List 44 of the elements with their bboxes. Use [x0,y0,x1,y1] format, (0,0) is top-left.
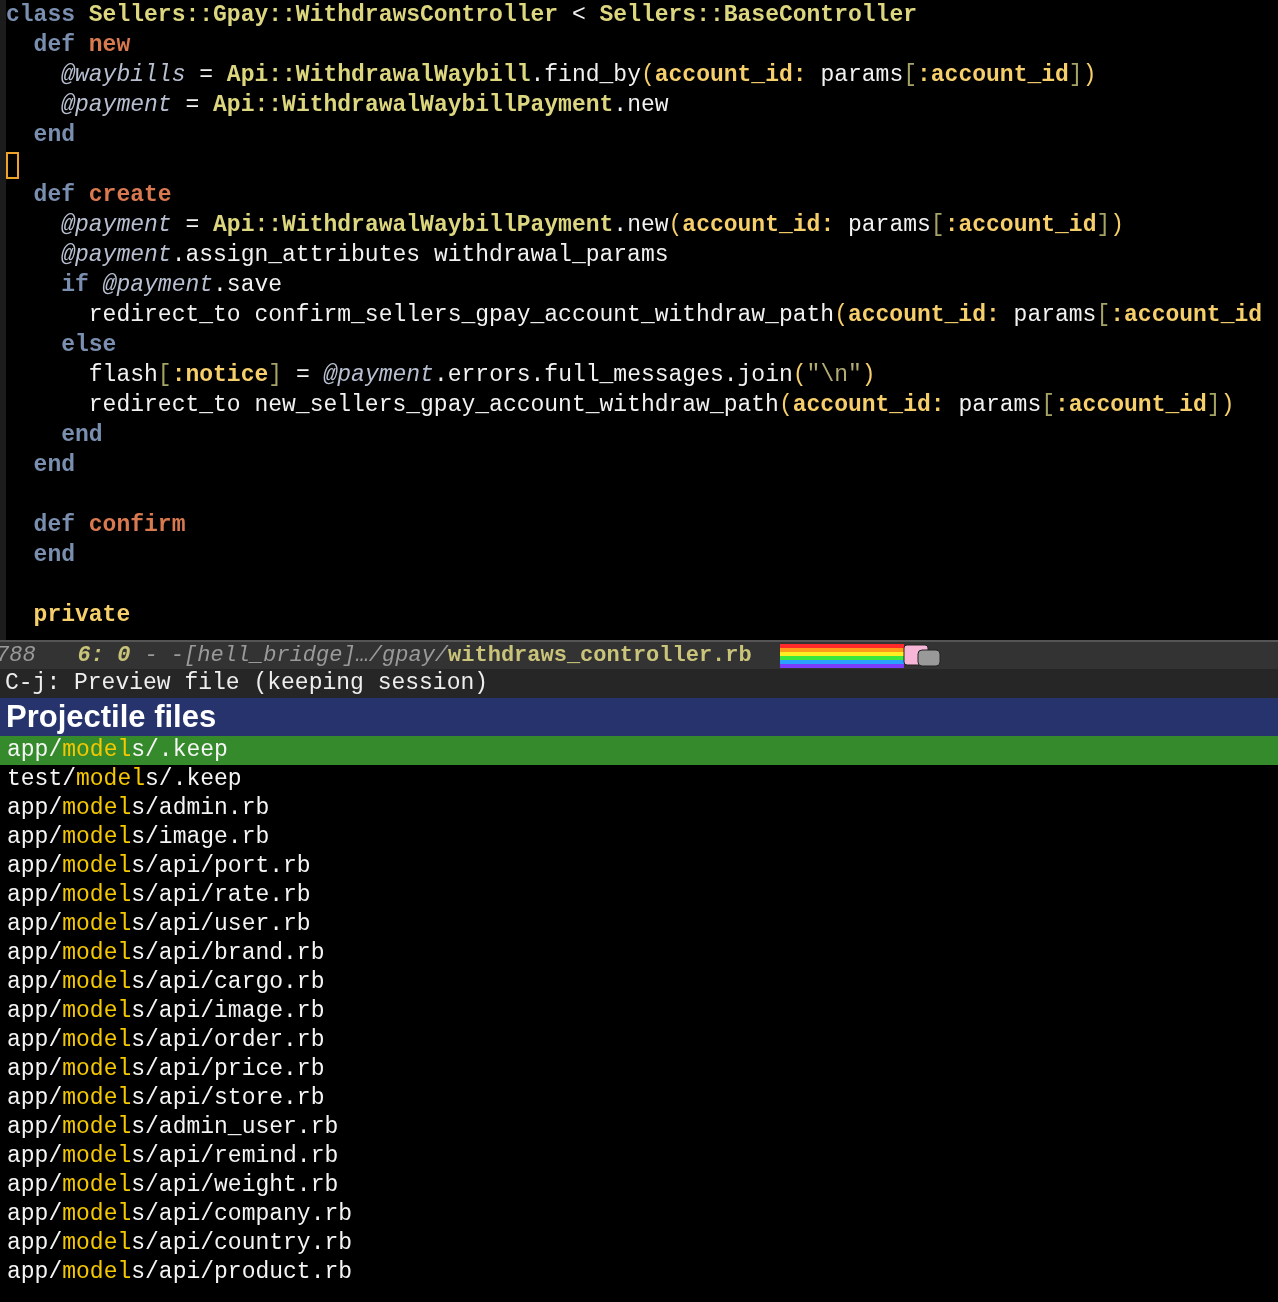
file-candidate[interactable]: app/models/api/port.rb [0,852,1278,881]
code-line: end [60,421,104,450]
code-line: end [32,541,76,570]
buffer-name: withdraws_controller.rb [448,641,752,670]
code-line: else [60,331,118,360]
code-line: def create [32,181,173,210]
minibuffer-message: C-j: Preview file (keeping session) [0,669,1278,698]
code-line: @payment = Api::WithdrawalWaybillPayment.new(account_id: params[:account_id]) [60,211,1126,240]
file-candidate[interactable]: app/models/api/user.rb [0,910,1278,939]
code-line: @payment = Api::WithdrawalWaybillPayment.new [60,91,670,120]
file-candidate[interactable]: app/models/api/store.rb [0,1084,1278,1113]
file-candidate[interactable]: app/models/api/order.rb [0,1026,1278,1055]
rainbow-cat-icon [779,642,942,669]
code-line: flash[:notice] = @payment.errors.full_messages.join("\n") [87,361,877,390]
file-candidate[interactable]: test/models/.keep [0,765,1278,794]
cursor-position: 6: 0 [77,641,131,670]
project-path: - -[hell_bridge]…/gpay/ [144,641,449,670]
file-candidate[interactable]: app/models/api/image.rb [0,997,1278,1026]
file-candidate[interactable]: app/models/api/rate.rb [0,881,1278,910]
code-line: redirect_to confirm_sellers_gpay_account_withdraw_path(account_id: params[:account_id [87,301,1264,330]
file-candidate[interactable]: app/models/api/price.rb [0,1055,1278,1084]
file-candidate[interactable]: app/models/.keep [0,736,1278,765]
code-line: @payment.assign_attributes withdrawal_params [60,241,670,270]
file-candidate[interactable]: app/models/api/company.rb [0,1200,1278,1229]
file-candidate[interactable]: app/models/api/remind.rb [0,1142,1278,1171]
code-line: class Sellers::Gpay::WithdrawsController < Sellers::BaseController [6,1,918,30]
code-line: @waybills = Api::WithdrawalWaybill.find_by(account_id: params[:account_id]) [60,61,1098,90]
code-line: end [32,451,76,480]
file-candidate[interactable]: app/models/api/product.rb [0,1258,1278,1287]
code-line: private [32,601,132,630]
file-candidate[interactable]: app/models/api/weight.rb [0,1171,1278,1200]
code-line: def new [32,31,132,60]
code-line: redirect_to new_sellers_gpay_account_withdraw_path(account_id: params[:account_id]) [87,391,1236,420]
file-candidate[interactable]: app/models/api/country.rb [0,1229,1278,1258]
file-candidate[interactable]: app/models/admin_user.rb [0,1113,1278,1142]
file-candidate[interactable]: app/models/api/brand.rb [0,939,1278,968]
code-line: if @payment.save [60,271,284,300]
file-candidate[interactable]: app/models/api/cargo.rb [0,968,1278,997]
code-line: end [32,121,76,150]
candidates-header: Projectile files [0,698,1278,736]
text-cursor [6,151,19,179]
code-line: def confirm [32,511,187,540]
file-candidate[interactable]: app/models/admin.rb [0,794,1278,823]
file-candidate[interactable]: app/models/image.rb [0,823,1278,852]
